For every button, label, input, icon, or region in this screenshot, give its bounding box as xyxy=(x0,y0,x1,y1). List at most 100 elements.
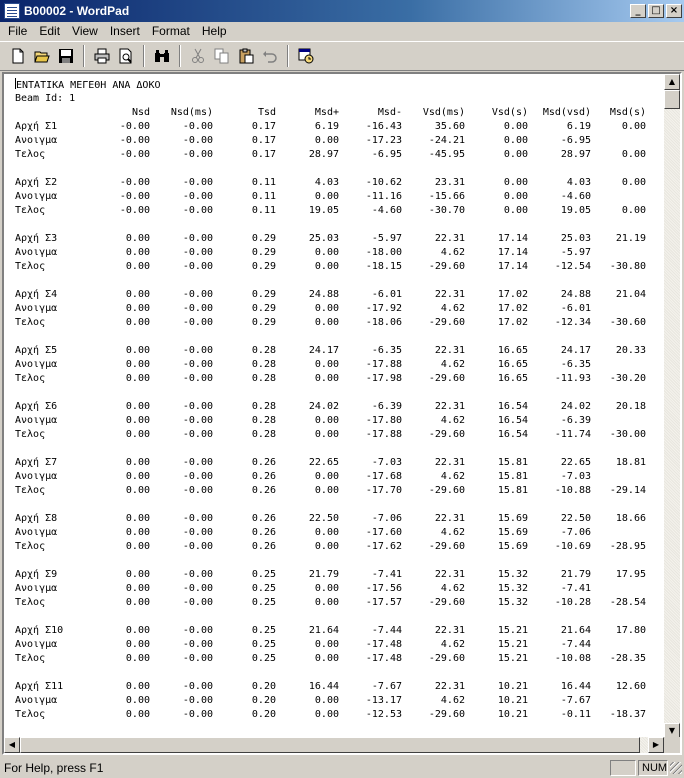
row-label: Ανοιγμα xyxy=(15,471,58,482)
table-cell xyxy=(591,134,646,148)
scroll-up-button[interactable]: ▲ xyxy=(664,74,680,90)
table-cell: 0.00 xyxy=(503,135,528,146)
menu-file[interactable]: File xyxy=(2,24,33,38)
table-cell: 16.65 xyxy=(497,373,528,384)
table-cell: 0.00 xyxy=(314,373,339,384)
cut-button[interactable] xyxy=(186,45,209,67)
table-cell: -28.95 xyxy=(609,541,646,552)
scroll-right-button[interactable]: ▶ xyxy=(648,737,664,753)
size-grip[interactable] xyxy=(670,761,682,774)
table-cell: 4.62 xyxy=(440,695,465,706)
row-label: Τελος xyxy=(15,597,46,608)
group-spacer xyxy=(15,386,646,400)
table-cell: 0.00 xyxy=(125,653,150,664)
table-cell: -17.92 xyxy=(365,303,402,314)
group-spacer xyxy=(15,330,646,344)
maximize-button[interactable]: □ xyxy=(648,4,664,18)
table-cell: 22.31 xyxy=(434,401,465,412)
copy-button[interactable] xyxy=(210,45,233,67)
table-cell: 0.00 xyxy=(125,345,150,356)
group-spacer xyxy=(15,162,646,176)
close-button[interactable]: × xyxy=(666,4,682,18)
vertical-scroll-thumb[interactable] xyxy=(664,90,680,109)
scrollbar-corner xyxy=(664,737,680,753)
print-button[interactable] xyxy=(90,45,113,67)
wordpad-icon[interactable] xyxy=(4,3,20,19)
table-cell: -11.74 xyxy=(554,429,591,440)
document-text-area[interactable]: ΕΝΤΑΤΙΚΑ ΜΕΓΕΘΗ ΑΝΑ ΔΟΚΟ Beam Id: 1 Nsd N… xyxy=(4,74,654,739)
table-cell: 17.02 xyxy=(497,303,528,314)
table-cell: 17.14 xyxy=(497,247,528,258)
row-label xyxy=(15,106,103,120)
table-cell: 0.00 xyxy=(125,317,150,328)
table-cell: 12.60 xyxy=(615,681,646,692)
row-label: Τελος xyxy=(15,485,46,496)
table-cell: -29.60 xyxy=(428,597,465,608)
table-row: Αρχή Σ7 0.00 -0.00 0.26 22.65 -7.03 22.31 15.81… xyxy=(15,456,646,470)
table-cell: -7.44 xyxy=(371,625,402,636)
undo-button[interactable] xyxy=(258,45,281,67)
table-cell: -0.00 xyxy=(182,317,213,328)
table-cell: -29.60 xyxy=(428,429,465,440)
table-cell: -17.56 xyxy=(365,583,402,594)
table-cell: 0.25 xyxy=(251,653,276,664)
new-button[interactable] xyxy=(6,45,29,67)
document-heading: ΕΝΤΑΤΙΚΑ ΜΕΓΕΘΗ ΑΝΑ ΔΟΚΟ xyxy=(15,78,161,91)
horizontal-scroll-thumb[interactable] xyxy=(20,737,640,753)
minimize-button[interactable]: _ xyxy=(630,4,646,18)
table-cell: -0.00 xyxy=(182,457,213,468)
date-time-button[interactable] xyxy=(294,45,317,67)
table-cell: -0.00 xyxy=(182,373,213,384)
menu-insert[interactable]: Insert xyxy=(104,24,146,38)
table-cell: -0.00 xyxy=(182,121,213,132)
table-cell: -17.70 xyxy=(365,485,402,496)
table-cell: 10.21 xyxy=(497,681,528,692)
scroll-left-button[interactable]: ◀ xyxy=(4,737,20,753)
menu-view[interactable]: View xyxy=(66,24,104,38)
row-label: Ανοιγμα xyxy=(15,639,58,650)
table-cell: 21.64 xyxy=(560,625,591,636)
horizontal-scrollbar[interactable]: ◀ ▶ xyxy=(4,737,664,753)
table-row: Ανοιγμα 0.00 -0.00 0.25 0.00 -17.56 4.62 15.32 -… xyxy=(15,582,646,596)
table-cell: 0.00 xyxy=(314,247,339,258)
table-cell: 0.00 xyxy=(314,709,339,720)
table-cell: 22.31 xyxy=(434,233,465,244)
binoculars-icon xyxy=(154,50,169,62)
menu-format[interactable]: Format xyxy=(146,24,196,38)
table-row: Τελος 0.00 -0.00 0.28 0.00 -17.88 -29.60 16.54 -… xyxy=(15,428,646,442)
window-title: B00002 - WordPad xyxy=(24,4,130,18)
table-cell: 0.26 xyxy=(251,541,276,552)
table-cell: -12.34 xyxy=(554,317,591,328)
table-cell: -6.95 xyxy=(371,149,402,160)
table-cell: 16.65 xyxy=(497,359,528,370)
table-cell: 0.20 xyxy=(251,695,276,706)
table-cell: 10.21 xyxy=(497,695,528,706)
table-cell: 0.00 xyxy=(314,359,339,370)
table-cell: 22.31 xyxy=(434,289,465,300)
open-button[interactable] xyxy=(30,45,53,67)
paste-button[interactable] xyxy=(234,45,257,67)
vertical-scrollbar[interactable]: ▲ ▼ xyxy=(664,74,680,739)
table-cell: -7.06 xyxy=(371,513,402,524)
table-cell: 0.00 xyxy=(621,177,646,188)
row-label: Τελος xyxy=(15,709,46,720)
table-cell: -0.00 xyxy=(182,261,213,272)
row-label: Αρχή Σ3 xyxy=(15,233,58,244)
save-button[interactable] xyxy=(54,45,77,67)
table-cell: 16.54 xyxy=(497,415,528,426)
spacer-cell xyxy=(15,218,646,232)
table-cell: Msd(s) xyxy=(609,107,646,118)
menu-edit[interactable]: Edit xyxy=(33,24,66,38)
table-cell: 0.00 xyxy=(314,471,339,482)
table-cell: 17.02 xyxy=(497,317,528,328)
menu-help[interactable]: Help xyxy=(196,24,233,38)
table-cell: 22.31 xyxy=(434,513,465,524)
table-cell: -0.11 xyxy=(560,709,591,720)
table-cell: 16.54 xyxy=(497,429,528,440)
table-cell: Msd- xyxy=(377,107,402,118)
table-cell: 15.21 xyxy=(497,625,528,636)
table-cell: 0.00 xyxy=(314,695,339,706)
table-cell: -0.00 xyxy=(182,653,213,664)
find-button[interactable] xyxy=(150,45,173,67)
print-preview-button[interactable] xyxy=(114,45,137,67)
